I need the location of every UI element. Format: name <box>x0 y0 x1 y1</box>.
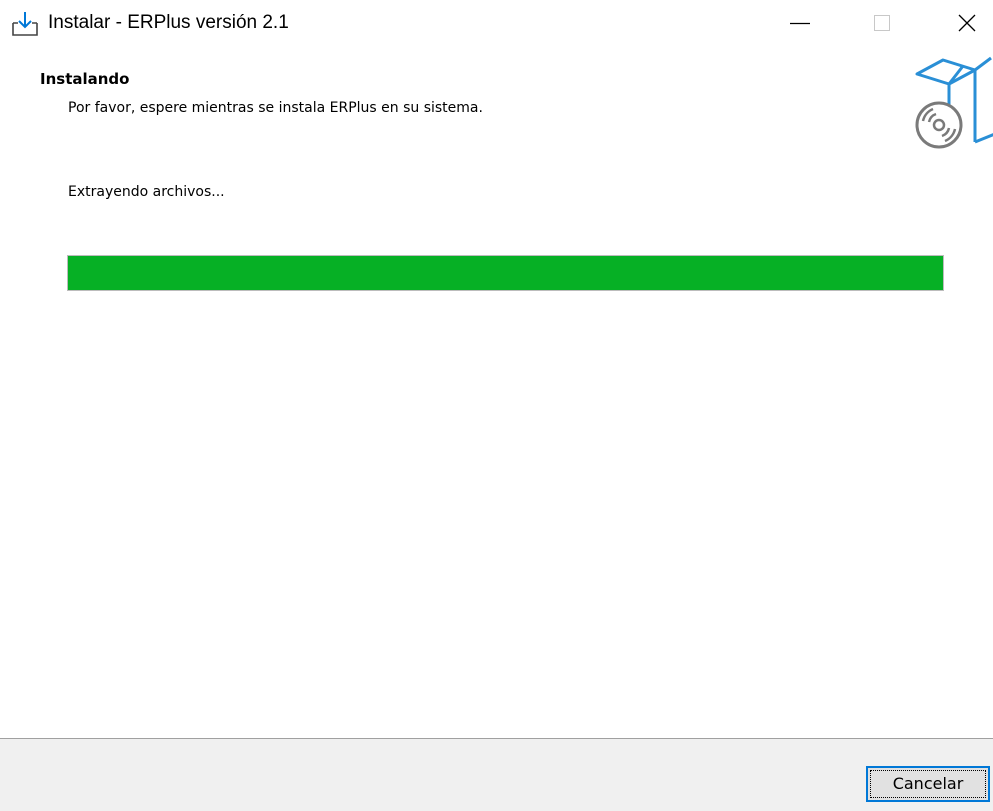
maximize-button <box>857 0 907 46</box>
install-download-icon <box>10 10 40 38</box>
status-text: Extrayendo archivos... <box>68 184 225 200</box>
title-bar[interactable]: Instalar - ERPlus versión 2.1 <box>0 0 993 48</box>
close-button[interactable] <box>942 0 992 46</box>
installer-window: Instalar - ERPlus versión 2.1 Instalando… <box>0 0 993 811</box>
page-heading: Instalando <box>40 70 130 88</box>
minimize-button[interactable] <box>775 0 825 46</box>
cancel-button-label: Cancelar <box>892 774 964 793</box>
software-box-with-disc-icon <box>903 52 993 152</box>
progress-bar <box>67 255 944 291</box>
page-subheading: Por favor, espere mientras se instala ER… <box>68 100 483 116</box>
window-title: Instalar - ERPlus versión 2.1 <box>48 12 289 33</box>
cancel-button[interactable]: Cancelar <box>866 766 990 802</box>
footer-bar: Cancelar <box>0 738 993 811</box>
progress-fill <box>68 256 943 290</box>
